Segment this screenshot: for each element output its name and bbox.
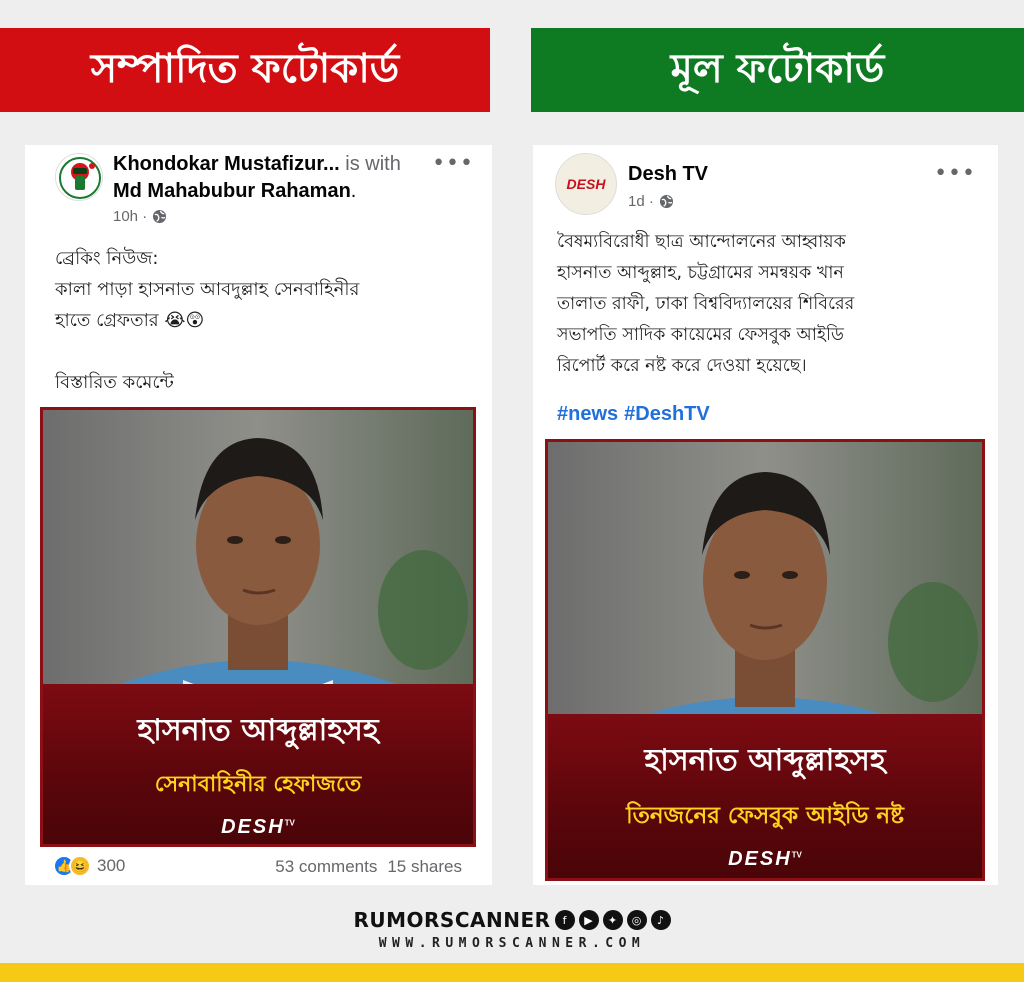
logo-text: DESH: [728, 848, 792, 870]
fist-logo-icon: [56, 154, 102, 200]
facebook-icon[interactable]: f: [554, 910, 575, 930]
post-meta: 1d ·: [628, 193, 674, 210]
post-line: সভাপতি সাদিক কায়েমের ফেসবুক আইডি: [557, 325, 844, 345]
author-name[interactable]: Desh TV: [628, 163, 708, 185]
engagement-stats: 53 comments 15 shares: [275, 857, 462, 877]
original-photocard-banner: মূল ফটোকার্ড: [531, 28, 1024, 112]
bottom-accent-bar: [0, 963, 1024, 982]
post-photocard[interactable]: হাসনাত আব্দুল্লাহসহ সেনাবাহিনীর হেফাজতে …: [40, 407, 476, 847]
photocard-caption: হাসনাত আব্দুল্লাহসহ তিনজনের ফেসবুক আইডি …: [548, 714, 982, 878]
tiktok-icon[interactable]: ♪: [650, 910, 671, 930]
post-line: বিস্তারিত কমেন্টে: [55, 372, 174, 393]
more-options-icon[interactable]: •••: [934, 163, 976, 185]
tagged-user-line: Md Mahabubur Rahaman.: [113, 180, 356, 203]
post-time[interactable]: 1d ·: [628, 193, 654, 210]
post-author-line: Desh TV: [628, 163, 708, 186]
reaction-summary[interactable]: 👍 😆 300: [53, 855, 125, 877]
post-line: হাতে গ্রেফতার 😭😲: [55, 310, 205, 331]
logo-text: DESH: [221, 816, 285, 838]
post-line: ব্রেকিং নিউজ:: [55, 248, 159, 269]
post-line: রিপোর্ট করে নষ্ট করে দেওয়া হয়েছে।: [557, 356, 807, 376]
post-body: বৈষম্যবিরোধী ছাত্র আন্দোলনের আহ্বায়ক হা…: [557, 227, 854, 382]
with-text: is with: [345, 153, 401, 175]
hashtag-news[interactable]: #news: [557, 403, 618, 425]
caption-headline: হাসনাত আব্দুল্লাহসহ: [137, 713, 379, 748]
avatar-logo-text: DESH: [566, 176, 606, 192]
edited-photocard-banner: সম্পাদিত ফটোকার্ড: [0, 28, 490, 112]
brand-name: RUMORSCANNER: [353, 908, 551, 932]
post-line: হাসনাত আব্দুল্লাহ, চট্টগ্রামের সমন্বয়ক …: [557, 263, 844, 283]
globe-icon: [153, 209, 167, 224]
post-line: [55, 336, 359, 367]
shares-count[interactable]: 15 shares: [387, 857, 462, 876]
post-line: তালাত রাফী, ঢাকা বিশ্ববিদ্যালয়ের শিবিরে…: [557, 294, 855, 314]
tagged-suffix: .: [350, 180, 357, 202]
post-author-line: Khondokar Mustafizur... is with: [113, 153, 401, 176]
twitter-icon[interactable]: ✦: [602, 910, 623, 930]
post-body: ব্রেকিং নিউজ: কালা পাড়া হাসনাত আবদুল্লা…: [55, 243, 359, 398]
post-photocard[interactable]: হাসনাত আব্দুল্লাহসহ তিনজনের ফেসবুক আইডি …: [545, 439, 985, 881]
comments-count[interactable]: 53 comments: [275, 857, 377, 876]
caption-subline: সেনাবাহিনীর হেফাজতে: [154, 772, 362, 797]
hashtags: #news #DeshTV: [557, 403, 716, 426]
original-post-card: DESH Desh TV 1d · ••• বৈষম্যবিরোধী ছাত্র…: [533, 145, 998, 885]
haha-icon: 😆: [69, 855, 91, 877]
more-options-icon[interactable]: •••: [432, 153, 474, 175]
post-meta: 10h ·: [113, 208, 167, 225]
logo-tm: TV: [791, 850, 802, 860]
post-line: কালা পাড়া হাসনাত আবদুল্লাহ সেনবাহিনীর: [55, 279, 360, 300]
edited-post-card: Khondokar Mustafizur... is with Md Mahab…: [25, 145, 492, 885]
desh-tv-avatar[interactable]: DESH: [555, 153, 617, 215]
page-avatar[interactable]: [55, 153, 103, 201]
post-line: বৈষম্যবিরোধী ছাত্র আন্দোলনের আহ্বায়ক: [557, 232, 846, 252]
brand-url[interactable]: WWW.RUMORSCANNER.COM: [0, 936, 1024, 951]
tagged-user[interactable]: Md Mahabubur Rahaman: [113, 180, 351, 202]
author-name[interactable]: Khondokar Mustafizur...: [113, 153, 340, 175]
reaction-count: 300: [97, 856, 126, 875]
photocard-caption: হাসনাত আব্দুল্লাহসহ সেনাবাহিনীর হেফাজতে …: [43, 684, 473, 844]
rumor-scanner-footer: RUMORSCANNER f ▶ ✦ ◎ ♪ WWW.RUMORSCANNER.…: [0, 908, 1024, 951]
youtube-icon[interactable]: ▶: [578, 910, 599, 930]
post-time[interactable]: 10h ·: [113, 208, 147, 225]
caption-subline: তিনজনের ফেসবুক আইডি নষ্ট: [626, 803, 904, 829]
desh-tv-logo: DESHTV: [43, 816, 473, 839]
instagram-icon[interactable]: ◎: [626, 910, 647, 930]
logo-tm: TV: [284, 818, 295, 828]
brand-row: RUMORSCANNER f ▶ ✦ ◎ ♪: [353, 908, 671, 932]
hashtag-deshtv[interactable]: #DeshTV: [624, 403, 710, 425]
caption-headline: হাসনাত আব্দুল্লাহসহ: [644, 743, 886, 778]
globe-icon: [659, 194, 673, 209]
desh-tv-logo: DESHTV: [548, 848, 982, 871]
